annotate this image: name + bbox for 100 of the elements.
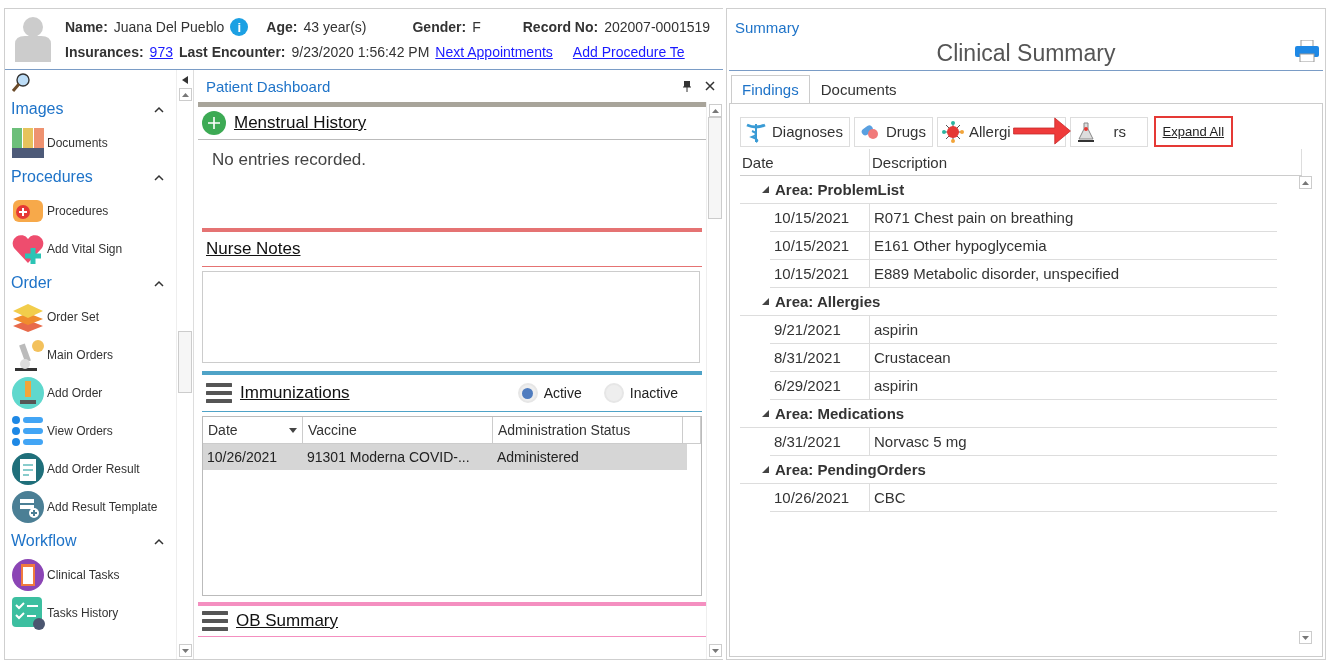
field-label: Insurances: xyxy=(65,44,144,60)
collapse-icon[interactable] xyxy=(182,76,188,84)
menu-icon[interactable] xyxy=(202,610,228,632)
scroll-up-button[interactable] xyxy=(178,88,192,101)
field-label: Age: xyxy=(266,19,298,35)
filter-button[interactable]: rs xyxy=(1069,116,1148,147)
collapse-icon[interactable] xyxy=(154,105,164,113)
tab[interactable]: Findings xyxy=(731,75,810,104)
summary-heading: Clinical Summary xyxy=(936,39,1116,67)
collapse-icon[interactable] xyxy=(762,466,769,473)
filter-button[interactable]: Diagnoses xyxy=(740,116,850,147)
sidebar-item[interactable]: Clinical Tasks xyxy=(11,556,176,594)
template-icon xyxy=(11,490,45,524)
collapse-icon[interactable] xyxy=(154,537,164,545)
sidebar-item[interactable]: Procedures xyxy=(11,192,176,230)
table-cell-text: R071 Chest pain on breathing xyxy=(873,208,1075,228)
radio-option[interactable]: Inactive xyxy=(603,383,678,403)
column-header[interactable]: Description xyxy=(870,149,1302,175)
collapse-icon[interactable] xyxy=(762,298,769,305)
filter-button[interactable]: Drugs xyxy=(853,116,933,147)
scrollbar-thumb[interactable] xyxy=(178,331,192,393)
table-cell-text: Norvasc 5 mg xyxy=(873,432,968,452)
notes-field[interactable] xyxy=(202,271,700,363)
expand-all-link[interactable]: Expand All xyxy=(1153,116,1234,147)
sidebar-item[interactable]: Add Vital Sign xyxy=(11,230,176,268)
column-header[interactable]: Vaccine xyxy=(303,417,493,443)
group-row[interactable]: Area: PendingOrders xyxy=(740,456,1277,484)
sidebar-item[interactable]: Add Result Template xyxy=(11,488,176,526)
table-cell-text: aspirin xyxy=(873,320,920,340)
group-row[interactable]: Area: Allergies xyxy=(740,288,1277,316)
section-title[interactable]: Nurse Notes xyxy=(206,239,301,259)
group-title[interactable]: Order xyxy=(11,274,52,292)
menu-icon[interactable] xyxy=(206,382,232,404)
scroll-up-button[interactable] xyxy=(708,104,722,117)
column-header[interactable]: Date xyxy=(203,417,303,443)
collapse-icon[interactable] xyxy=(762,186,769,193)
sidebar-item[interactable]: View Orders xyxy=(11,412,176,450)
column-header[interactable]: Date xyxy=(740,149,870,175)
add-icon[interactable] xyxy=(202,111,226,135)
header-link[interactable]: Add Procedure Te xyxy=(572,44,685,60)
table-row[interactable]: 10/26/2021 91301 Moderna COVID-... Administered xyxy=(203,444,687,470)
collapse-icon[interactable] xyxy=(762,410,769,417)
list-icon xyxy=(11,414,45,448)
section-title[interactable]: Menstrual History xyxy=(234,113,367,133)
table-cell-text: CBC xyxy=(873,488,907,508)
field-value: Juana Del Pueblo xyxy=(113,19,225,35)
table-cell-text: 91301 Moderna COVID-... xyxy=(306,448,471,467)
radio-option[interactable]: Active xyxy=(517,383,582,403)
down-arrow-icon xyxy=(711,648,719,653)
table-cell: 8/31/2021 xyxy=(770,344,870,371)
collapse-icon[interactable] xyxy=(154,173,164,181)
microscope-icon xyxy=(11,376,45,410)
group-title[interactable]: Procedures xyxy=(11,168,93,186)
insurance-link[interactable]: 973 xyxy=(149,44,173,60)
group-row[interactable]: Area: ProblemList xyxy=(740,176,1277,204)
clipboard-icon xyxy=(11,452,45,486)
table-cell-text: aspirin xyxy=(873,376,920,396)
empty-message: No entries recorded. xyxy=(211,149,368,171)
section-title[interactable]: OB Summary xyxy=(236,611,339,631)
field-value: 202007-0001519 xyxy=(604,19,711,35)
scroll-down-button[interactable] xyxy=(1299,631,1312,644)
panel-title: Patient Dashboard xyxy=(206,77,331,95)
field-value: F xyxy=(472,19,481,35)
pin-icon[interactable] xyxy=(683,80,691,92)
table-cell: 10/15/2021 xyxy=(770,260,870,287)
sidebar-item[interactable]: Add Order xyxy=(11,374,176,412)
group-title[interactable]: Images xyxy=(11,100,64,118)
table-cell: 6/29/2021 xyxy=(770,372,870,399)
table-cell-text: 10/26/2021 xyxy=(206,448,279,467)
section-title[interactable]: Immunizations xyxy=(240,383,350,403)
down-arrow-icon xyxy=(181,648,189,653)
column-header[interactable]: Administration Status xyxy=(493,417,683,443)
sidebar-item[interactable]: Main Orders xyxy=(11,336,176,374)
scrollbar-thumb[interactable] xyxy=(708,117,722,219)
table-cell: 9/21/2021 xyxy=(770,316,870,343)
field-value: 9/23/2020 1:56:42 PM xyxy=(291,44,430,60)
sidebar-item[interactable]: Tasks History xyxy=(11,594,176,632)
down-arrow-icon xyxy=(1302,635,1309,640)
print-icon[interactable] xyxy=(1295,40,1319,62)
field-label: Name: xyxy=(65,19,108,35)
scroll-down-button[interactable] xyxy=(178,644,192,657)
table-cell-text: E889 Metabolic disorder, unspecified xyxy=(873,264,1121,284)
header-link[interactable]: Next Appointments xyxy=(435,44,553,60)
sidebar-item[interactable]: Add Order Result xyxy=(11,450,176,488)
group-title[interactable]: Workflow xyxy=(11,532,77,550)
scroll-up-button[interactable] xyxy=(1299,176,1312,189)
table-cell-text: Crustacean xyxy=(873,348,952,368)
table-cell: 10/26/2021 xyxy=(770,484,870,511)
group-row[interactable]: Area: Medications xyxy=(740,400,1277,428)
scroll-down-button[interactable] xyxy=(708,644,722,657)
binders-icon xyxy=(11,126,45,160)
sidebar-item[interactable]: Order Set xyxy=(11,298,176,336)
table-cell: 10/15/2021 xyxy=(770,232,870,259)
search-icon[interactable] xyxy=(11,73,31,93)
collapse-icon[interactable] xyxy=(154,279,164,287)
sidebar-item[interactable]: Documents xyxy=(11,124,176,162)
close-icon[interactable] xyxy=(705,81,715,91)
up-arrow-icon xyxy=(711,108,719,113)
field-value: 43 year(s) xyxy=(303,19,367,35)
annotation-arrow xyxy=(1012,116,1071,146)
